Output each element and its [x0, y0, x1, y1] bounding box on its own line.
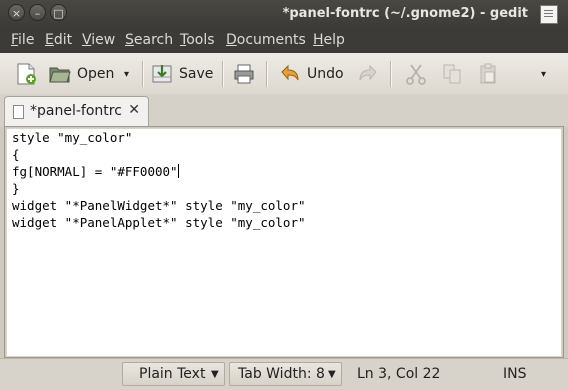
folder-open-icon [48, 62, 72, 86]
toolbar-separator [390, 61, 391, 87]
gedit-app-icon [540, 5, 558, 24]
menu-search[interactable]: Search [125, 32, 173, 48]
copy-icon [440, 62, 464, 86]
code-line-with-cursor: fg[NORMAL] = "#FF0000" [12, 163, 179, 180]
code-line: } [12, 181, 20, 196]
tab-bar: *panel-fontrc ✕ [0, 94, 568, 127]
open-label: Open [77, 66, 115, 82]
menu-file[interactable]: File [11, 32, 34, 48]
tab-panel-fontrc[interactable]: *panel-fontrc ✕ [4, 96, 149, 127]
menu-help[interactable]: Help [313, 32, 345, 48]
toolbar-separator [142, 61, 143, 87]
text-cursor [177, 164, 179, 178]
chevron-down-icon: ▼ [211, 369, 219, 380]
tab-width-label: Tab Width: 8 [238, 366, 325, 382]
menu-tools[interactable]: Tools [180, 32, 215, 48]
cursor-position: Ln 3, Col 22 [357, 366, 441, 382]
menu-bar: File Edit View Search Tools Documents He… [0, 30, 568, 53]
new-document-icon [14, 62, 38, 86]
code-line: { [12, 147, 20, 162]
copy-button[interactable] [440, 61, 469, 87]
toolbar-separator [222, 61, 223, 87]
save-icon [150, 62, 174, 86]
save-button[interactable]: Save [150, 61, 213, 87]
close-window-button[interactable]: × [8, 4, 25, 21]
undo-button[interactable]: Undo [278, 61, 344, 87]
document-icon [13, 105, 24, 119]
open-recent-dropdown[interactable]: ▾ [124, 61, 129, 87]
paste-button[interactable] [476, 61, 505, 87]
save-label: Save [179, 66, 214, 82]
minimize-window-button[interactable]: – [29, 4, 46, 21]
open-button[interactable]: Open [48, 61, 114, 87]
menu-edit[interactable]: Edit [45, 32, 72, 48]
redo-icon [356, 62, 380, 86]
new-document-button[interactable] [14, 61, 43, 87]
code-line: widget "*PanelWidget*" style "my_color" [12, 198, 306, 213]
scissors-icon [404, 62, 428, 86]
tab-close-button[interactable]: ✕ [128, 102, 140, 118]
clipboard-icon [476, 62, 500, 86]
menu-view[interactable]: View [82, 32, 115, 48]
tab-width-selector[interactable]: Tab Width: 8 ▼ [229, 362, 342, 386]
toolbar-overflow-button[interactable]: ▾ [541, 61, 546, 87]
toolbar-separator [266, 61, 267, 87]
title-bar: × – □ *panel-fontrc (~/.gnome2) - gedit [0, 0, 568, 30]
printer-icon [232, 62, 256, 86]
insert-mode: INS [503, 366, 527, 382]
undo-icon [278, 62, 302, 86]
undo-label: Undo [307, 66, 344, 82]
tab-label: *panel-fontrc [30, 103, 122, 119]
language-label: Plain Text [139, 366, 206, 382]
window-title: *panel-fontrc (~/.gnome2) - gedit [282, 6, 528, 21]
cut-button[interactable] [404, 61, 433, 87]
chevron-down-icon: ▼ [328, 369, 336, 380]
language-selector[interactable]: Plain Text ▼ [122, 362, 225, 386]
text-editor[interactable]: style "my_color" { fg[NORMAL] = "#FF0000… [6, 128, 562, 357]
maximize-window-button[interactable]: □ [50, 4, 67, 21]
code-line-text: fg[NORMAL] = "#FF0000" [12, 164, 178, 179]
redo-button[interactable] [356, 61, 385, 87]
status-bar: Plain Text ▼ Tab Width: 8 ▼ Ln 3, Col 22… [0, 358, 568, 390]
print-button[interactable] [232, 61, 261, 87]
code-line: style "my_color" [12, 130, 133, 145]
menu-documents[interactable]: Documents [226, 32, 306, 48]
toolbar: Open ▾ Save Undo ▾ [0, 53, 568, 95]
code-line: widget "*PanelApplet*" style "my_color" [12, 215, 306, 230]
